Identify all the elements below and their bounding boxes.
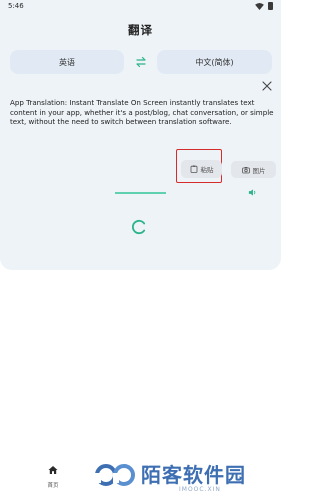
nav-home-label: 首页: [47, 483, 59, 489]
status-bar: 5:46: [0, 0, 281, 12]
swap-icon[interactable]: [134, 55, 148, 69]
wifi-icon: [255, 2, 264, 10]
image-label: 图片: [252, 166, 266, 175]
loading-spinner: [131, 219, 146, 235]
watermark-en: IMOOC.XIN: [179, 486, 221, 493]
home-icon: [48, 466, 58, 474]
result-divider: [115, 192, 166, 194]
watermark-logo: [95, 464, 135, 486]
paste-label: 粘贴: [200, 166, 214, 174]
camera-icon: [241, 166, 250, 173]
status-time: 5:46: [8, 2, 24, 10]
image-button[interactable]: 图片: [231, 161, 276, 178]
page-title: 翻译: [128, 23, 153, 37]
watermark: 陌客软件园 IMOOC.XIN: [95, 456, 275, 496]
battery-icon: [268, 2, 273, 10]
app-screen: 5:46 翻译 英语 中文(简体) App Translation: Insta…: [0, 0, 281, 500]
watermark-cn: 陌客软件园: [141, 463, 246, 487]
target-language-button[interactable]: 中文(简体): [157, 50, 272, 74]
close-icon[interactable]: [262, 81, 272, 91]
paste-button[interactable]: 粘贴: [181, 160, 222, 178]
paste-icon: [190, 165, 197, 173]
speaker-icon[interactable]: [248, 188, 257, 197]
status-icons: [255, 2, 273, 10]
source-text-input[interactable]: App Translation: Instant Translate On Sc…: [10, 98, 274, 127]
source-language-button[interactable]: 英语: [10, 50, 124, 74]
nav-home[interactable]: 首页: [38, 465, 68, 495]
